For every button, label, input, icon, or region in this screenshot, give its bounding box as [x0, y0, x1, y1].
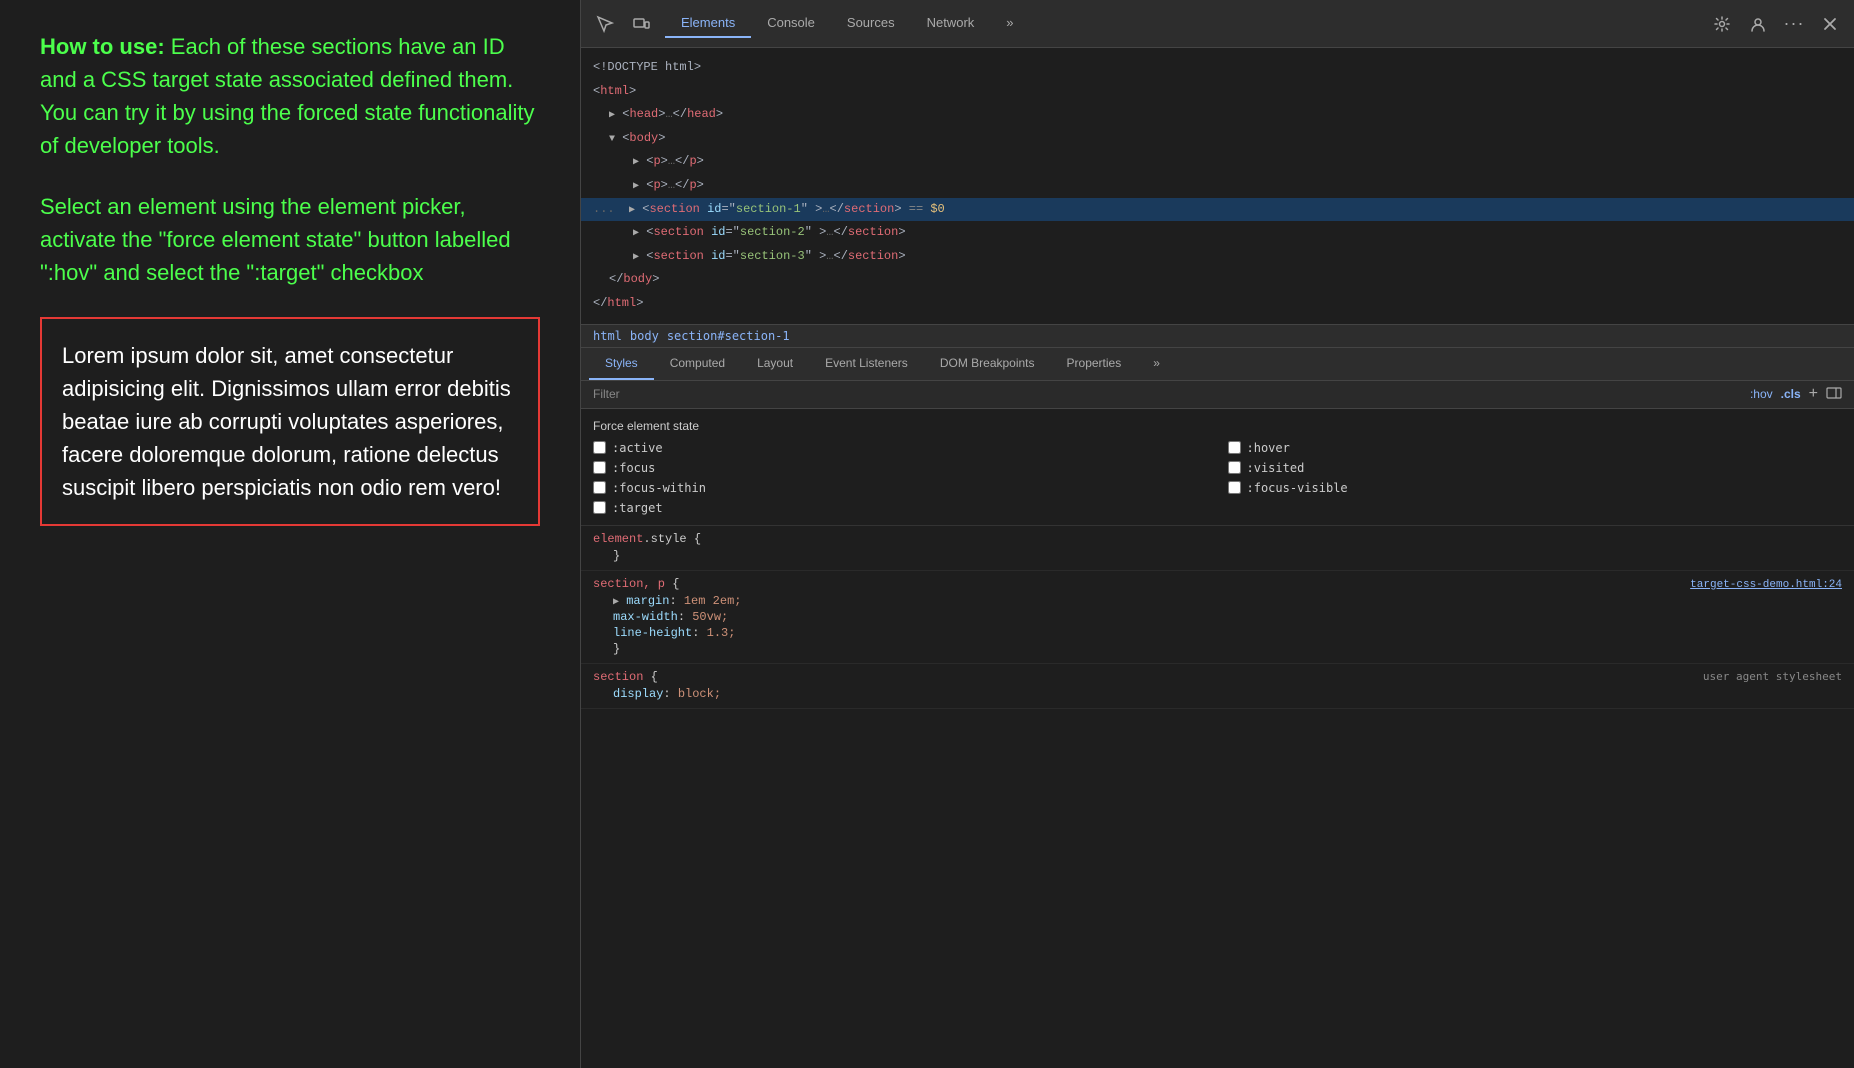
css-source-section-p[interactable]: target-css-demo.html:24 [1690, 579, 1842, 591]
tree-section1[interactable]: ... ▶ <section id="section-1" >…</sectio… [581, 198, 1854, 222]
force-state-focus[interactable]: :focus [593, 461, 1208, 475]
force-state-focus-within[interactable]: :focus-within [593, 481, 1208, 495]
styles-panel: Force element state :active :hover :focu… [581, 409, 1854, 1068]
subtab-event-listeners[interactable]: Event Listeners [809, 348, 924, 380]
checkbox-hover[interactable] [1228, 441, 1241, 454]
label-hover: :hover [1247, 441, 1290, 455]
label-active: :active [612, 441, 663, 455]
checkbox-focus-visible[interactable] [1228, 481, 1241, 494]
breadcrumb-body[interactable]: body [630, 329, 659, 343]
subtab-computed[interactable]: Computed [654, 348, 741, 380]
tree-body-close[interactable]: </body> [581, 268, 1854, 292]
label-focus-within: :focus-within [612, 481, 706, 495]
tree-html-close[interactable]: </html> [581, 292, 1854, 316]
lorem-text: Lorem ipsum dolor sit, amet consectetur … [62, 339, 518, 504]
tree-doctype[interactable]: <!DOCTYPE html> [581, 56, 1854, 80]
settings-icon[interactable] [1706, 8, 1738, 40]
more-options-icon[interactable]: ··· [1778, 8, 1810, 40]
checkbox-target[interactable] [593, 501, 606, 514]
subtab-properties[interactable]: Properties [1051, 348, 1138, 380]
force-state-hover[interactable]: :hover [1228, 441, 1843, 455]
tree-p1[interactable]: ▶ <p>…</p> [581, 150, 1854, 174]
html-tree: <!DOCTYPE html> <html> ▶ <head>…</head> … [581, 48, 1854, 325]
force-element-state-section: Force element state :active :hover :focu… [581, 409, 1854, 526]
tab-sources[interactable]: Sources [831, 9, 911, 38]
label-focus-visible: :focus-visible [1247, 481, 1348, 495]
force-state-focus-visible[interactable]: :focus-visible [1228, 481, 1843, 495]
tree-html[interactable]: <html> [581, 80, 1854, 104]
tree-p2[interactable]: ▶ <p>…</p> [581, 174, 1854, 198]
label-visited: :visited [1247, 461, 1305, 475]
lorem-section: Lorem ipsum dolor sit, amet consectetur … [40, 317, 540, 526]
subtab-more[interactable]: » [1137, 348, 1176, 380]
styles-content-area: Filter :hov .cls + Force element state :… [581, 381, 1854, 1068]
select-info: Select an element using the element pick… [40, 190, 540, 289]
tab-more[interactable]: » [990, 9, 1029, 38]
subtab-dom-breakpoints[interactable]: DOM Breakpoints [924, 348, 1051, 380]
how-to-use-label: How to use: [40, 34, 165, 59]
cls-button[interactable]: .cls [1781, 387, 1801, 401]
checkbox-active[interactable] [593, 441, 606, 454]
css-rule-section-ua: section { user agent stylesheet display:… [581, 664, 1854, 709]
checkbox-visited[interactable] [1228, 461, 1241, 474]
css-rule-element-style: element.style { } [581, 526, 1854, 571]
filter-bar: Filter :hov .cls + [581, 381, 1854, 409]
force-state-grid: :active :hover :focus :visited :focus-wi… [593, 441, 1842, 515]
add-style-rule-button[interactable]: + [1809, 385, 1818, 403]
device-toggle-icon[interactable] [625, 8, 657, 40]
tree-section2[interactable]: ▶ <section id="section-2" >…</section> [581, 221, 1854, 245]
hov-button[interactable]: :hov [1750, 387, 1773, 401]
subtab-layout[interactable]: Layout [741, 348, 809, 380]
css-selector-section-ua: section { [593, 670, 658, 684]
breadcrumb-bar: html body section#section-1 [581, 325, 1854, 348]
subtab-styles[interactable]: Styles [589, 348, 654, 380]
element-picker-icon[interactable] [589, 8, 621, 40]
breadcrumb-html[interactable]: html [593, 329, 622, 343]
css-selector-section-p: section, p { [593, 577, 679, 591]
tree-section3[interactable]: ▶ <section id="section-3" >…</section> [581, 245, 1854, 269]
filter-label: Filter [593, 387, 1742, 401]
how-to-use-section: How to use: Each of these sections have … [40, 30, 540, 162]
tree-head[interactable]: ▶ <head>…</head> [581, 103, 1854, 127]
devtools-topbar: Elements Console Sources Network » ··· [581, 0, 1854, 48]
css-selector-element-style: element.style { [593, 532, 1842, 546]
css-rule-section-p: section, p { target-css-demo.html:24 ▶ m… [581, 571, 1854, 664]
tab-network[interactable]: Network [911, 9, 991, 38]
left-panel: How to use: Each of these sections have … [0, 0, 580, 1068]
tab-elements[interactable]: Elements [665, 9, 751, 38]
tab-console[interactable]: Console [751, 9, 831, 38]
styles-subtabs: Styles Computed Layout Event Listeners D… [581, 348, 1854, 381]
sidebar-toggle-button[interactable] [1826, 385, 1842, 404]
breadcrumb-section1[interactable]: section#section-1 [667, 329, 790, 343]
css-rule-element-style-close: } [593, 548, 1842, 564]
checkbox-focus[interactable] [593, 461, 606, 474]
devtools-right-icons: ··· [1706, 8, 1846, 40]
devtools-panel: Elements Console Sources Network » ··· [580, 0, 1854, 1068]
force-state-title: Force element state [593, 419, 1842, 433]
css-prop-line-height: line-height: 1.3; [593, 625, 1842, 641]
force-state-visited[interactable]: :visited [1228, 461, 1843, 475]
devtools-main-tabs: Elements Console Sources Network » [665, 9, 1030, 38]
close-devtools-icon[interactable] [1814, 8, 1846, 40]
css-prop-max-width: max-width: 50vw; [593, 609, 1842, 625]
css-prop-margin: ▶ margin: 1em 2em; [593, 593, 1842, 609]
tree-body[interactable]: ▼ <body> [581, 127, 1854, 151]
label-focus: :focus [612, 461, 655, 475]
checkbox-focus-within[interactable] [593, 481, 606, 494]
css-source-ua: user agent stylesheet [1703, 670, 1842, 683]
css-prop-display: display: block; [593, 686, 1842, 702]
label-target: :target [612, 501, 663, 515]
force-state-active[interactable]: :active [593, 441, 1208, 455]
css-rule-section-p-close: } [593, 641, 1842, 657]
user-icon[interactable] [1742, 8, 1774, 40]
force-state-target[interactable]: :target [593, 501, 1208, 515]
